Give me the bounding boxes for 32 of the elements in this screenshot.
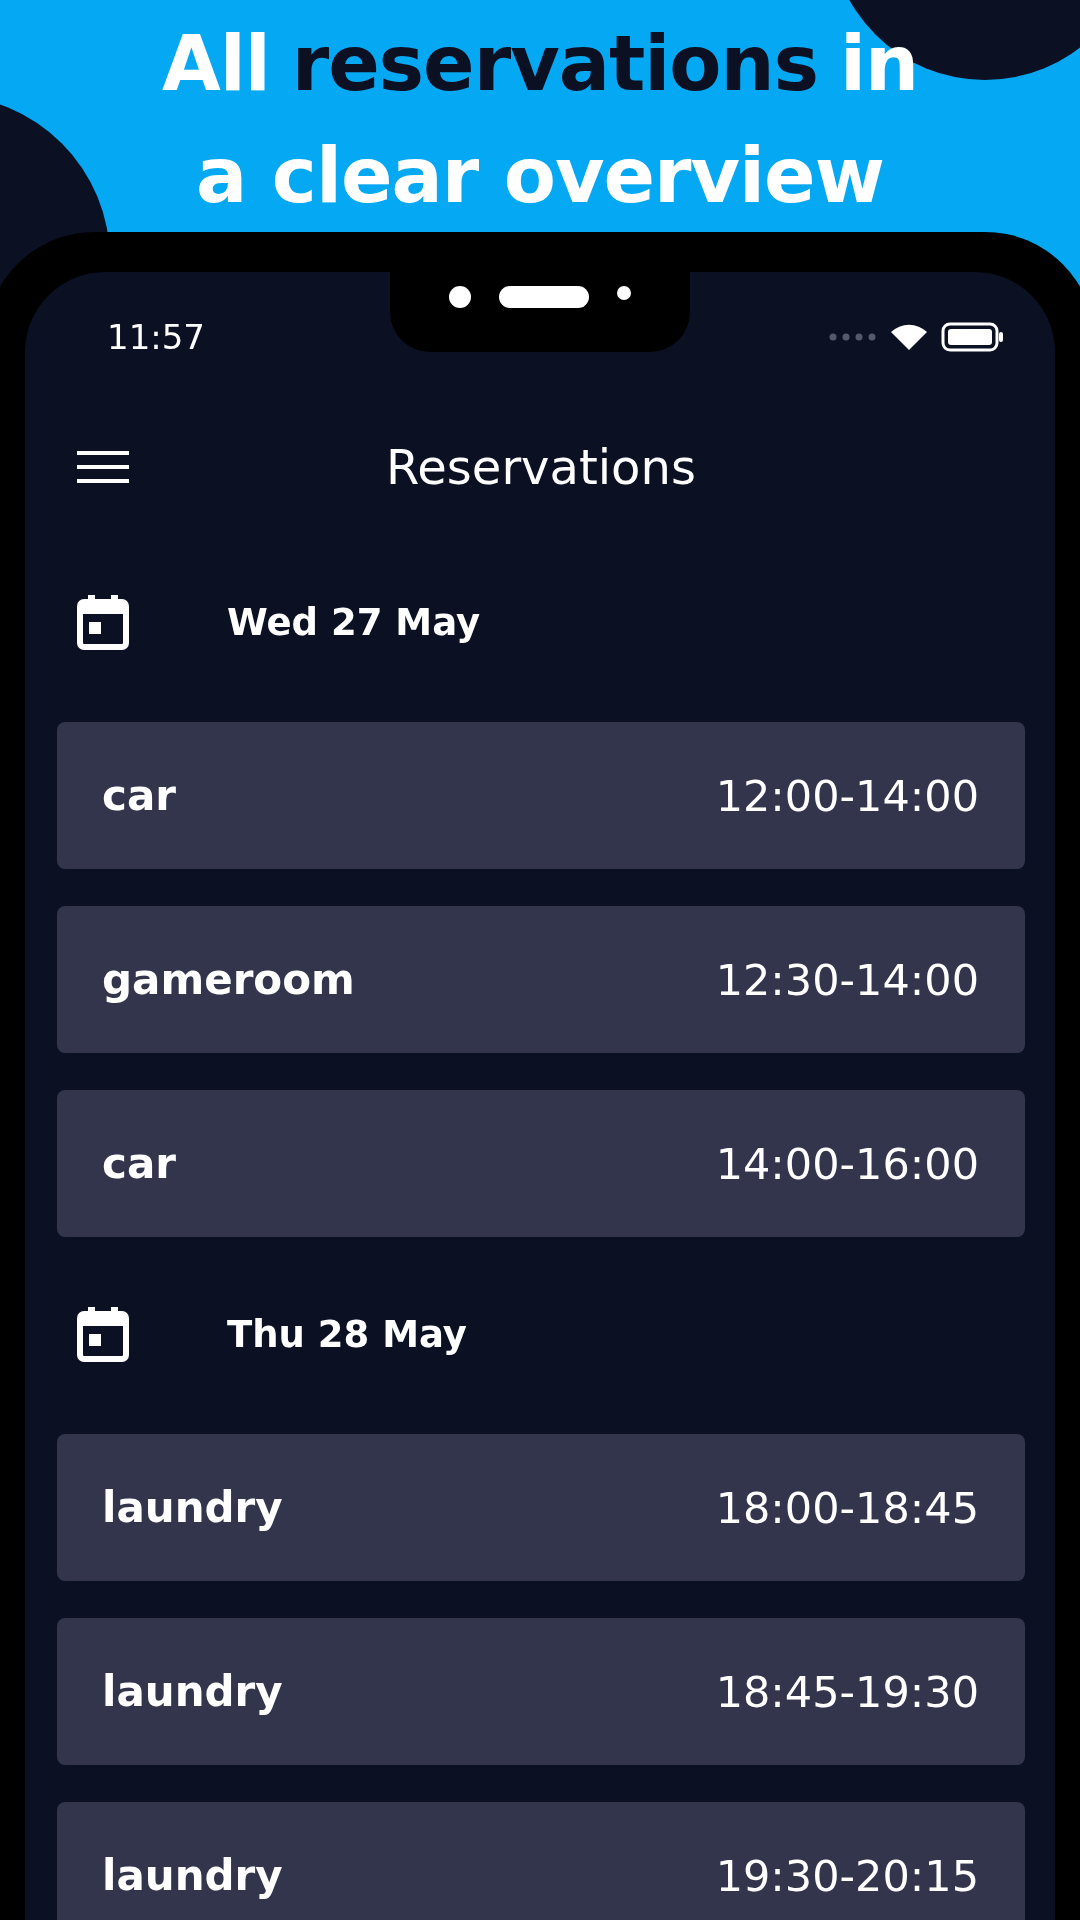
headline-word: in bbox=[839, 18, 919, 110]
reservation-card[interactable]: laundry 18:45-19:30 bbox=[57, 1618, 1025, 1765]
app-title: Reservations bbox=[386, 439, 696, 495]
reservation-name: car bbox=[102, 771, 176, 820]
reservation-time: 19:30-20:15 bbox=[715, 1850, 979, 1901]
calendar-icon bbox=[77, 1306, 129, 1362]
reservation-time: 12:30-14:00 bbox=[715, 954, 979, 1005]
headline-word: reservations bbox=[291, 18, 818, 110]
signal-icon bbox=[829, 333, 877, 341]
date-heading: Wed 27 May bbox=[227, 600, 481, 644]
menu-button[interactable] bbox=[77, 449, 129, 485]
reservation-card[interactable]: laundry 19:30-20:15 bbox=[57, 1802, 1025, 1920]
reservation-time: 12:00-14:00 bbox=[715, 770, 979, 821]
status-time: 11:57 bbox=[107, 317, 205, 357]
reservation-name: laundry bbox=[102, 1851, 283, 1900]
reservation-card[interactable]: gameroom 12:30-14:00 bbox=[57, 906, 1025, 1053]
reservation-name: gameroom bbox=[102, 955, 355, 1004]
reservation-card[interactable]: laundry 18:00-18:45 bbox=[57, 1434, 1025, 1581]
wifi-icon bbox=[889, 322, 929, 352]
reservation-card[interactable]: car 14:00-16:00 bbox=[57, 1090, 1025, 1237]
reservation-time: 18:45-19:30 bbox=[715, 1666, 979, 1717]
headline-word: a clear overview bbox=[196, 130, 884, 222]
reservation-card[interactable]: car 12:00-14:00 bbox=[57, 722, 1025, 869]
calendar-icon bbox=[77, 594, 129, 650]
battery-icon bbox=[941, 322, 1005, 352]
headline-word: All bbox=[161, 18, 270, 110]
date-heading: Thu 28 May bbox=[227, 1312, 467, 1356]
reservation-name: laundry bbox=[102, 1667, 283, 1716]
reservation-time: 14:00-16:00 bbox=[715, 1138, 979, 1189]
reservation-name: laundry bbox=[102, 1483, 283, 1532]
reservation-name: car bbox=[102, 1139, 176, 1188]
reservation-time: 18:00-18:45 bbox=[715, 1482, 979, 1533]
